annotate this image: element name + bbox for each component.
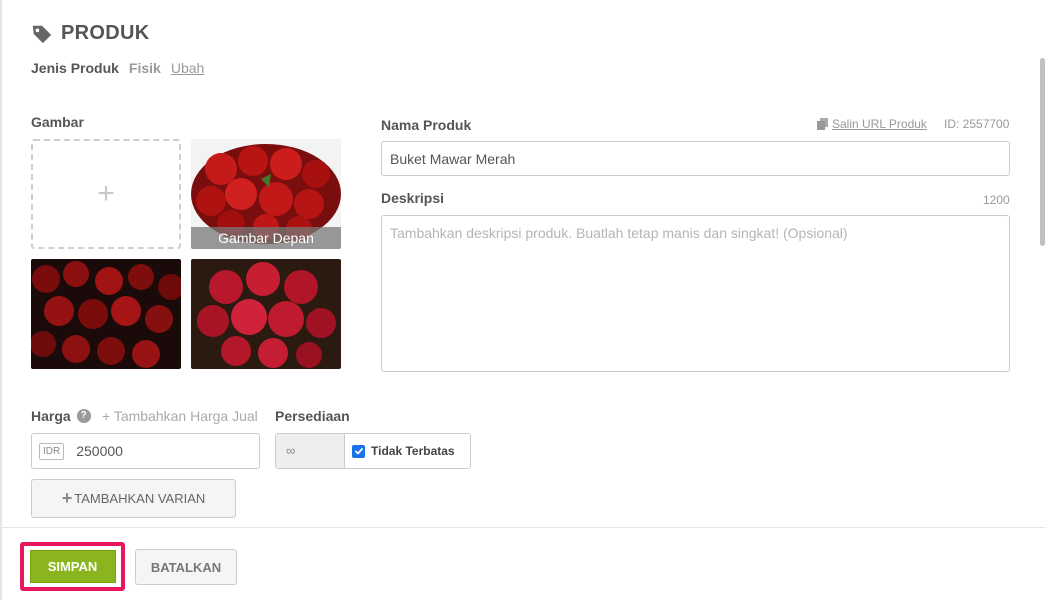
price-field[interactable]: IDR xyxy=(31,433,260,469)
left-edge-divider xyxy=(0,0,2,600)
product-id: ID: 2557700 xyxy=(944,117,1010,131)
copy-url-link[interactable]: Salin URL Produk xyxy=(817,117,927,131)
footer-divider xyxy=(0,527,1045,528)
unlimited-toggle[interactable]: Tidak Terbatas xyxy=(345,434,455,468)
product-image-front[interactable]: Gambar Depan xyxy=(191,139,341,249)
price-input[interactable] xyxy=(76,443,227,459)
stock-quantity-input[interactable]: ∞ xyxy=(276,434,345,468)
product-type-row: Jenis Produk Fisik Ubah xyxy=(31,60,204,76)
stock-field: ∞ Tidak Terbatas xyxy=(275,433,471,469)
description-char-counter: 1200 xyxy=(983,193,1010,207)
product-name-input[interactable] xyxy=(381,141,1010,176)
product-type-label: Jenis Produk xyxy=(31,60,119,76)
roses-photo xyxy=(31,259,181,369)
cancel-button[interactable]: BATALKAN xyxy=(135,549,237,585)
currency-badge: IDR xyxy=(39,442,65,460)
product-type-value: Fisik xyxy=(128,60,161,76)
plus-icon: + xyxy=(97,177,115,210)
description-textarea[interactable] xyxy=(381,215,1010,372)
add-variant-button[interactable]: + TAMBAHKAN VARIAN xyxy=(31,479,236,518)
product-name-label: Nama Produk xyxy=(381,117,472,133)
copy-url-text: Salin URL Produk xyxy=(832,117,927,131)
tag-icon xyxy=(32,25,52,43)
section-header: PRODUK xyxy=(31,22,149,45)
description-label: Deskripsi xyxy=(381,190,445,206)
checkbox-checked-icon[interactable] xyxy=(352,444,365,458)
copy-icon xyxy=(817,118,828,130)
save-button-highlight: SIMPAN xyxy=(20,542,125,591)
unlimited-label: Tidak Terbatas xyxy=(371,444,455,458)
add-variant-label: TAMBAHKAN VARIAN xyxy=(74,491,206,506)
product-image-3[interactable] xyxy=(191,259,341,369)
change-type-link[interactable]: Ubah xyxy=(171,60,204,76)
images-label: Gambar xyxy=(31,114,84,130)
product-image-2[interactable] xyxy=(31,259,181,369)
front-image-caption: Gambar Depan xyxy=(191,227,341,249)
section-title: PRODUK xyxy=(61,22,150,44)
add-image-button[interactable]: + xyxy=(31,139,181,249)
scrollbar-thumb[interactable] xyxy=(1040,58,1045,246)
stock-label: Persediaan xyxy=(275,408,350,424)
roses-photo xyxy=(191,259,341,369)
help-icon[interactable]: ? xyxy=(76,409,91,423)
price-label: Harga xyxy=(31,408,71,424)
add-sale-price-link[interactable]: + Tambahkan Harga Jual xyxy=(102,408,258,424)
price-label-row: Harga ? xyxy=(31,408,91,424)
plus-icon: + xyxy=(61,488,73,508)
save-button[interactable]: SIMPAN xyxy=(29,550,116,583)
